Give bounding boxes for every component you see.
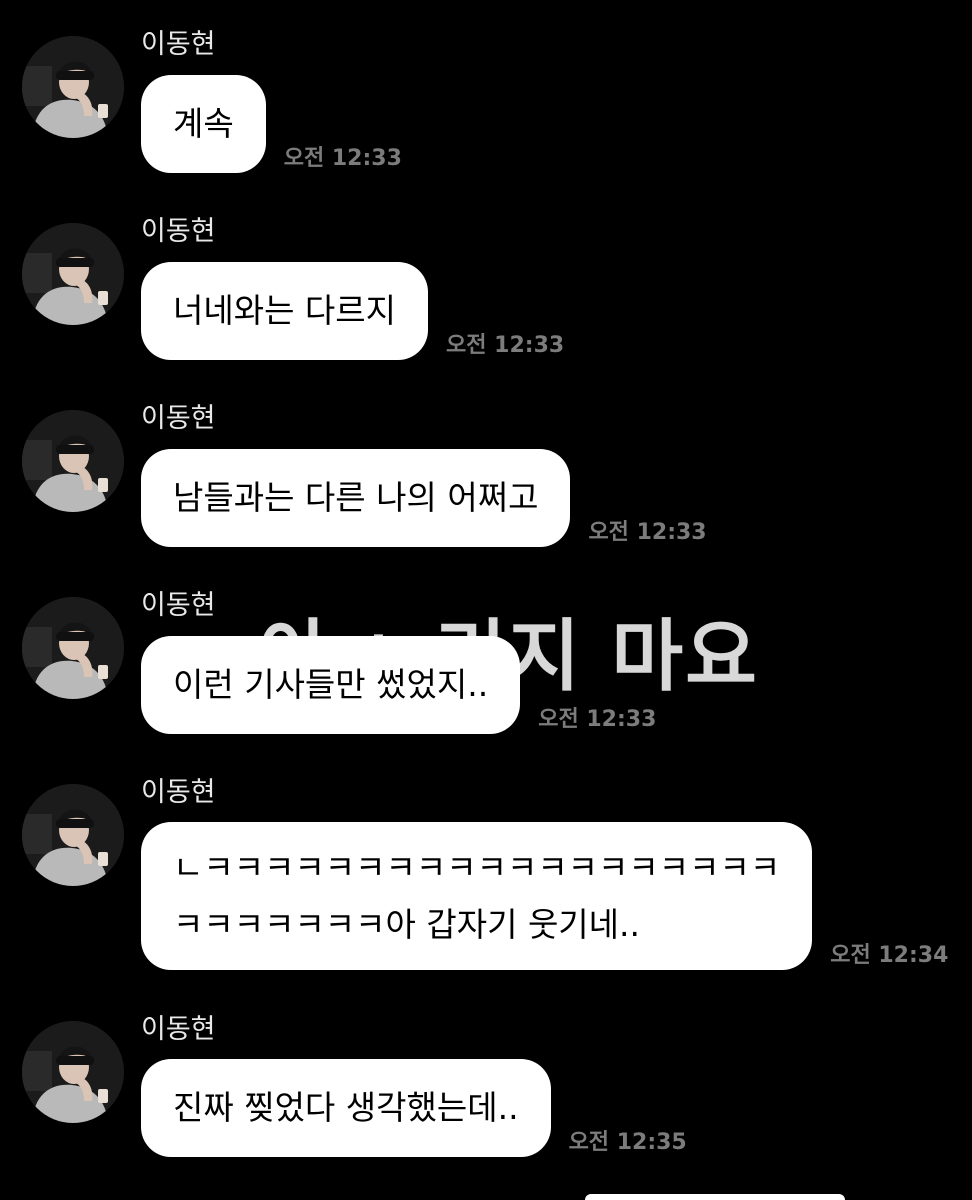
sender-name: 이동현 (141, 777, 216, 808)
message-text: 이런 기사들만 썼었지.. (173, 665, 489, 704)
avatar[interactable] (22, 223, 124, 325)
message-row: 너네와는 다르지 오전 12:33 (141, 262, 564, 360)
chat-thread[interactable]: 이동현 계속 오전 12:33 이동현 너네와는 다르지 오전 12:33 이동… (0, 0, 972, 1200)
sender-name: 이동현 (141, 590, 216, 621)
profile-photo-icon (22, 223, 124, 325)
sender-name: 이동현 (141, 29, 216, 60)
message-text-line-1: ㄴㅋㅋㅋㅋㅋㅋㅋㅋㅋㅋㅋㅋㅋㅋㅋㅋㅋㅋㅋ (173, 848, 781, 887)
profile-photo-icon (22, 410, 124, 512)
message-bubble[interactable]: 진짜 찢었다 생각했는데.. (141, 1059, 551, 1157)
message-bubble[interactable]: 이런 기사들만 썼었지.. (141, 636, 521, 734)
message-timestamp: 오전 12:33 (538, 707, 657, 732)
message-text: 남들과는 다른 나의 어쩌고 (173, 478, 539, 517)
next-message-bubble-partial (585, 1194, 845, 1200)
profile-photo-icon (22, 784, 124, 886)
message-row: ㄴㅋㅋㅋㅋㅋㅋㅋㅋㅋㅋㅋㅋㅋㅋㅋㅋㅋㅋㅋ ㅋㅋㅋㅋㅋㅋㅋ아 갑자기 웃기네.. … (141, 822, 948, 970)
message-row: 진짜 찢었다 생각했는데.. 오전 12:35 (141, 1059, 687, 1157)
profile-photo-icon (22, 1021, 124, 1123)
avatar[interactable] (22, 784, 124, 886)
message-timestamp: 오전 12:33 (588, 520, 707, 545)
message-bubble[interactable]: 너네와는 다르지 (141, 262, 429, 360)
avatar[interactable] (22, 410, 124, 512)
profile-photo-icon (22, 36, 124, 138)
message-row: 이런 기사들만 썼었지.. 오전 12:33 (141, 636, 656, 734)
message-bubble[interactable]: 남들과는 다른 나의 어쩌고 (141, 449, 571, 547)
message-timestamp: 오전 12:34 (830, 943, 949, 968)
sender-name: 이동현 (141, 216, 216, 247)
avatar[interactable] (22, 597, 124, 699)
message-timestamp: 오전 12:35 (568, 1130, 687, 1155)
message-bubble[interactable]: ㄴㅋㅋㅋㅋㅋㅋㅋㅋㅋㅋㅋㅋㅋㅋㅋㅋㅋㅋㅋ ㅋㅋㅋㅋㅋㅋㅋ아 갑자기 웃기네.. (141, 822, 813, 970)
profile-photo-icon (22, 597, 124, 699)
message-timestamp: 오전 12:33 (446, 333, 565, 358)
message-row: 남들과는 다른 나의 어쩌고 오전 12:33 (141, 449, 707, 547)
message-row: 계속 오전 12:33 (141, 75, 402, 173)
message-text: 진짜 찢었다 생각했는데.. (173, 1088, 519, 1127)
avatar[interactable] (22, 36, 124, 138)
message-text-line-2: ㅋㅋㅋㅋㅋㅋㅋ아 갑자기 웃기네.. (173, 905, 640, 944)
sender-name: 이동현 (141, 1014, 216, 1045)
message-timestamp: 오전 12:33 (283, 146, 402, 171)
sender-name: 이동현 (141, 403, 216, 434)
message-text: 너네와는 다르지 (173, 291, 397, 330)
message-bubble[interactable]: 계속 (141, 75, 266, 173)
message-text: 계속 (173, 104, 234, 143)
avatar[interactable] (22, 1021, 124, 1123)
